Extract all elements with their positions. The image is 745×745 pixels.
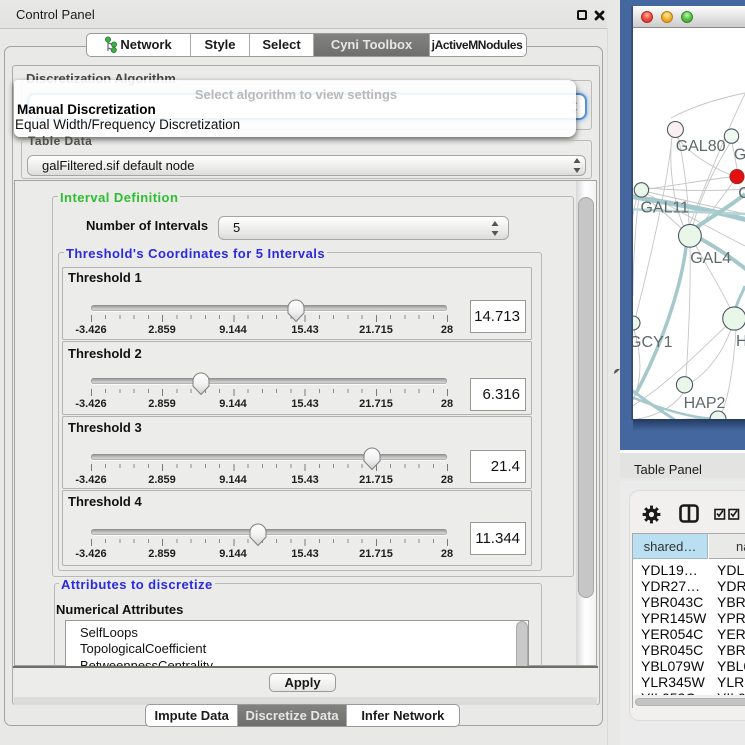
svg-text:GAL3: GAL3 <box>734 147 745 164</box>
svg-text:GAL11: GAL11 <box>640 200 689 217</box>
svg-text:GAL4: GAL4 <box>690 250 731 267</box>
svg-text:GAL80: GAL80 <box>676 138 726 155</box>
svg-text:GCY1: GCY1 <box>633 334 673 351</box>
svg-text:CDC19: CDC19 <box>738 185 745 202</box>
svg-text:HAP2: HAP2 <box>684 395 726 412</box>
svg-text:HIS4: HIS4 <box>736 333 745 350</box>
